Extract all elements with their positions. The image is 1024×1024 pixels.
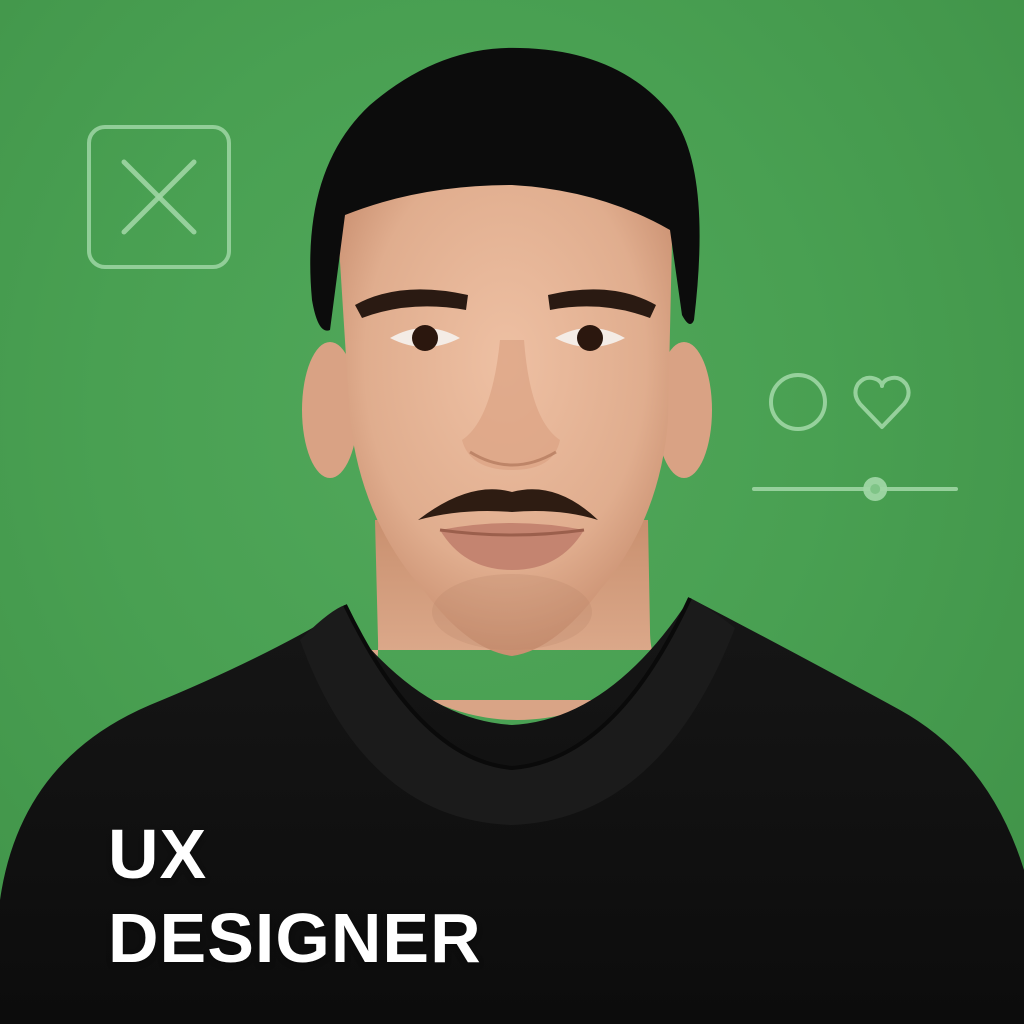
job-title: UX DESIGNER [108,812,482,980]
portrait-canvas: UX DESIGNER [0,0,1024,1024]
right-iris [577,325,603,351]
title-line-2: DESIGNER [108,899,482,977]
close-icon [87,125,231,269]
slider-icon [752,477,958,501]
heart-icon [853,375,911,429]
title-line-1: UX [108,815,208,893]
circle-icon [769,373,827,431]
left-iris [412,325,438,351]
